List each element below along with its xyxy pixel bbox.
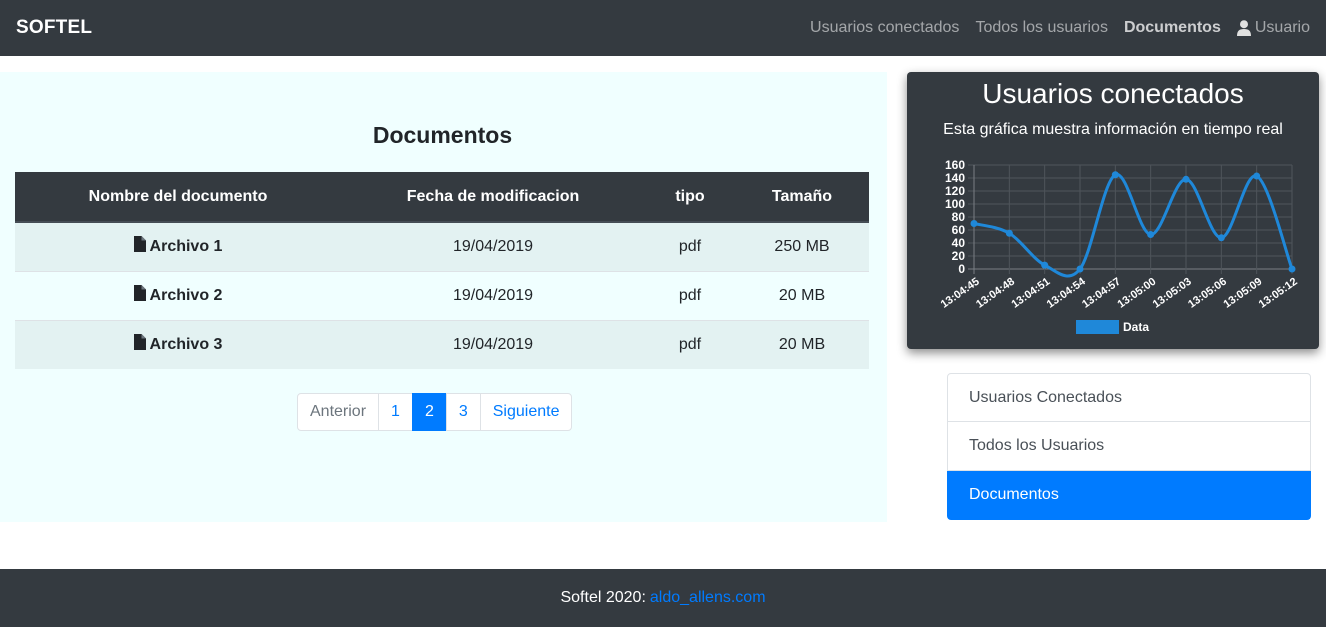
data-point — [1005, 229, 1013, 237]
y-tick-label: 60 — [952, 223, 966, 237]
x-tick-label: 13:04:54 — [1045, 275, 1089, 311]
nav-link-usuario-label: Usuario — [1254, 19, 1310, 36]
y-tick-label: 0 — [958, 262, 965, 276]
table-header-row: Nombre del documento Fecha de modificaci… — [15, 172, 869, 223]
document-size: 250 MB — [735, 221, 869, 271]
data-point — [1147, 231, 1155, 239]
document-name[interactable]: Archivo 3 — [133, 334, 223, 355]
series-line — [973, 173, 1294, 278]
sidebar-item-usuarios-conectados[interactable]: Usuarios Conectados — [947, 373, 1311, 422]
x-tick-label: 13:05:00 — [1115, 276, 1158, 311]
legend-label: Data — [1123, 320, 1149, 334]
document-size: 20 MB — [735, 319, 869, 369]
table-row[interactable]: Archivo 3 19/04/2019 pdf 20 MB — [15, 319, 869, 369]
footer-text: Softel 2020: — [560, 589, 646, 606]
document-name-label: Archivo 3 — [149, 335, 223, 353]
header-tipo[interactable]: tipo — [645, 172, 735, 223]
header-nombre[interactable]: Nombre del documento — [15, 172, 341, 223]
data-point — [970, 220, 978, 227]
sidebar-menu: Usuarios Conectados Todos los Usuarios D… — [947, 373, 1311, 520]
x-tick-label: 13:04:57 — [1080, 276, 1123, 311]
x-tick-label: 13:05:12 — [1257, 276, 1300, 311]
y-tick-label: 120 — [945, 184, 965, 198]
data-point — [1182, 175, 1190, 183]
table-row[interactable]: Archivo 1 19/04/2019 pdf 250 MB — [15, 221, 869, 271]
header-fecha[interactable]: Fecha de modificacion — [341, 172, 645, 223]
page-title: Documentos — [372, 122, 513, 148]
document-name[interactable]: Archivo 1 — [133, 236, 223, 257]
nav-links: Usuarios conectados Todos los usuarios D… — [794, 19, 1310, 37]
table-row[interactable]: Archivo 2 19/04/2019 pdf 20 MB — [15, 270, 869, 320]
data-point — [1076, 265, 1084, 273]
sidebar-item-todos-los-usuarios[interactable]: Todos los Usuarios — [947, 422, 1311, 471]
y-tick-label: 140 — [945, 171, 965, 185]
documents-table: Nombre del documento Fecha de modificaci… — [15, 172, 869, 369]
brand-logo[interactable]: SOFTEL — [16, 17, 92, 39]
document-type: pdf — [645, 221, 735, 271]
top-navbar: SOFTEL Usuarios conectados Todos los usu… — [0, 0, 1326, 56]
document-date: 19/04/2019 — [341, 270, 645, 320]
data-point — [1217, 234, 1225, 242]
data-point — [1288, 265, 1296, 273]
user-icon — [1236, 20, 1251, 36]
document-name[interactable]: Archivo 2 — [133, 285, 223, 306]
y-tick-label: 40 — [952, 236, 966, 250]
pagination-prev-button[interactable]: Anterior — [297, 393, 380, 431]
x-tick-label: 13:05:06 — [1186, 276, 1229, 311]
nav-link-documentos[interactable]: Documentos — [1124, 19, 1221, 37]
nav-link-usuarios-conectados[interactable]: Usuarios conectados — [810, 19, 959, 37]
data-point — [1253, 172, 1261, 180]
document-date: 19/04/2019 — [341, 319, 645, 369]
document-size: 20 MB — [735, 270, 869, 320]
document-name-label: Archivo 2 — [149, 286, 223, 304]
footer: Softel 2020: aldo_allens.com — [0, 569, 1326, 627]
nav-link-usuario[interactable]: Usuario — [1236, 19, 1310, 37]
data-point — [1041, 261, 1049, 269]
pagination-page-3[interactable]: 3 — [445, 393, 481, 431]
file-icon — [133, 334, 146, 355]
x-tick-label: 13:05:03 — [1151, 276, 1194, 311]
document-type: pdf — [645, 270, 735, 320]
line-chart[interactable]: 02040608010012014016013:04:4513:04:4813:… — [907, 72, 1319, 349]
document-type: pdf — [645, 319, 735, 369]
x-tick-label: 13:04:51 — [1009, 276, 1052, 311]
legend-swatch — [1076, 320, 1119, 334]
y-tick-label: 80 — [952, 210, 966, 224]
chart-card: Usuarios conectados Esta gráfica muestra… — [907, 72, 1319, 349]
x-tick-label: 13:05:09 — [1221, 276, 1264, 311]
y-tick-label: 160 — [945, 158, 965, 172]
data-point — [1111, 171, 1119, 179]
pagination: Anterior 1 2 3 Siguiente — [297, 393, 573, 431]
header-tamano[interactable]: Tamaño — [735, 172, 869, 223]
x-tick-label: 13:04:45 — [939, 276, 982, 311]
sidebar-item-documentos[interactable]: Documentos — [947, 471, 1311, 520]
pagination-page-1[interactable]: 1 — [378, 393, 413, 431]
y-tick-label: 100 — [945, 197, 965, 211]
documents-panel: Documentos Nombre del documento Fecha de… — [0, 72, 887, 522]
file-icon — [133, 236, 146, 257]
document-name-label: Archivo 1 — [149, 237, 223, 255]
footer-link[interactable]: aldo_allens.com — [650, 589, 766, 607]
y-tick-label: 20 — [952, 249, 966, 263]
file-icon — [133, 285, 146, 306]
nav-link-todos-los-usuarios[interactable]: Todos los usuarios — [975, 19, 1108, 37]
x-tick-label: 13:04:48 — [974, 276, 1017, 311]
document-date: 19/04/2019 — [341, 221, 645, 271]
pagination-next-button[interactable]: Siguiente — [479, 393, 573, 431]
pagination-page-2[interactable]: 2 — [411, 393, 447, 431]
